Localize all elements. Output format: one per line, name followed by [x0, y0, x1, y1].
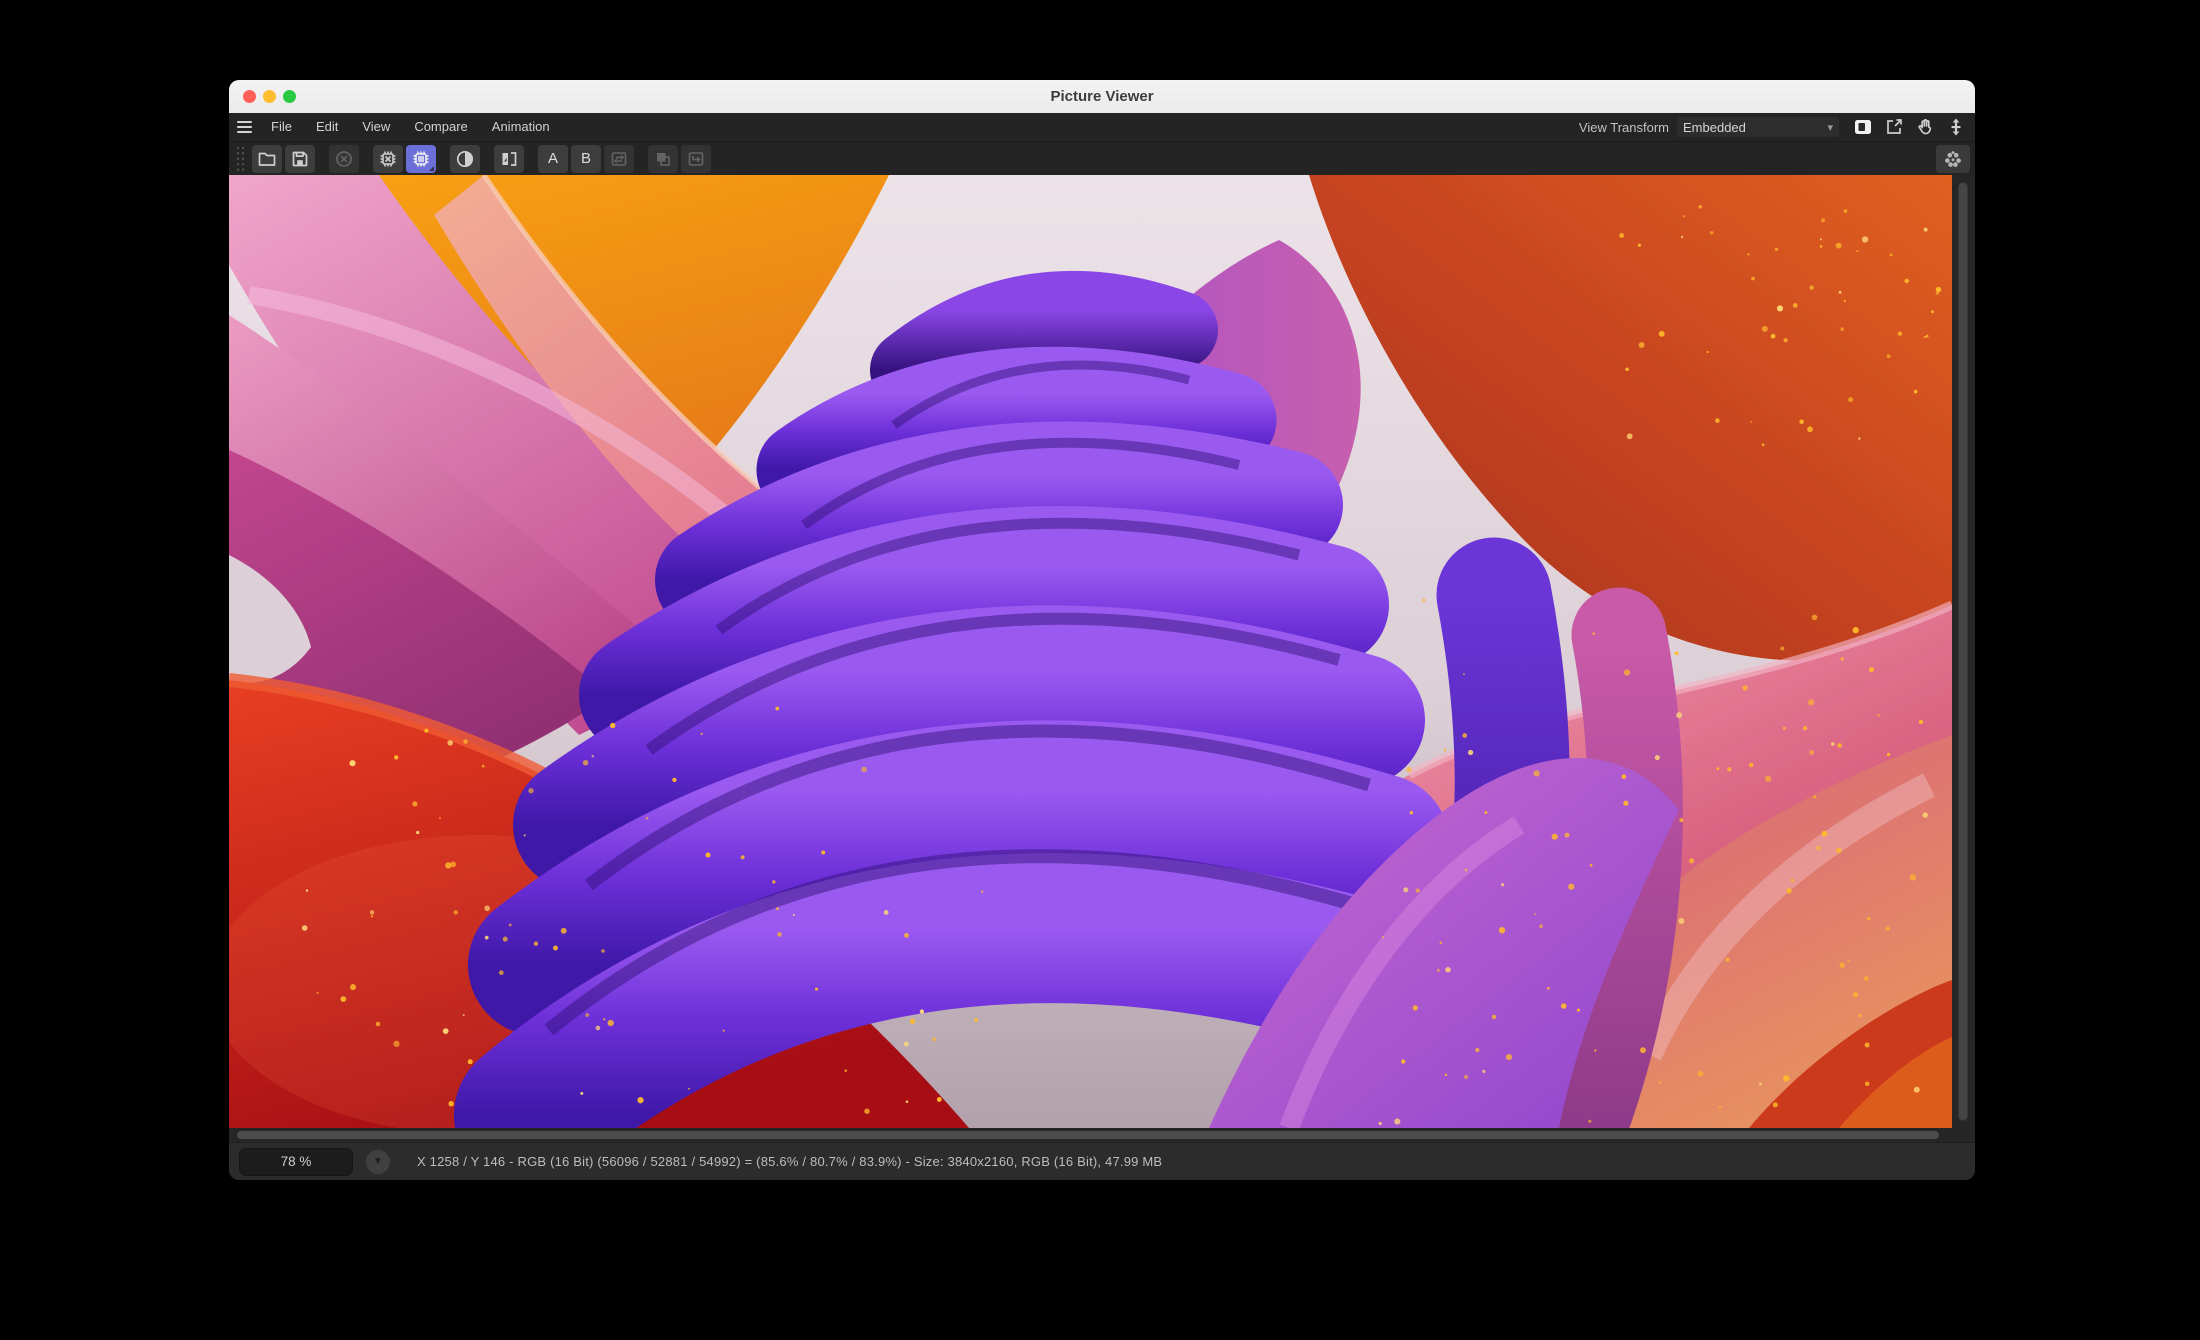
zoom-dropdown-button[interactable]: ▼ [366, 1150, 390, 1174]
hardware-render-button[interactable] [406, 145, 436, 173]
picture-viewer-window: Picture Viewer File Edit View Compare An… [229, 80, 1975, 1180]
menu-file[interactable]: File [259, 113, 304, 141]
traffic-lights [243, 90, 296, 103]
horizontal-scrollbar[interactable] [229, 1128, 1975, 1142]
set-b-button[interactable]: B [571, 145, 601, 173]
open-file-button[interactable] [252, 145, 282, 173]
contrast-compare-button[interactable] [450, 145, 480, 173]
rendered-image [229, 175, 1952, 1128]
toolbar-grip-handle[interactable] [235, 145, 246, 173]
view-transform-dropdown[interactable]: Embedded ▾ [1677, 117, 1839, 137]
minimize-window-button[interactable] [263, 90, 276, 103]
close-window-button[interactable] [243, 90, 256, 103]
fit-vertical-icon[interactable] [1944, 115, 1968, 139]
save-image-button[interactable] [285, 145, 315, 173]
navigator-button[interactable] [1936, 145, 1970, 173]
open-new-window-icon[interactable] [1882, 115, 1906, 139]
image-canvas[interactable] [229, 175, 1952, 1128]
horizontal-scrollbar-thumb[interactable] [237, 1131, 1939, 1139]
menu-view[interactable]: View [350, 113, 402, 141]
vertical-scrollbar[interactable] [1952, 175, 1975, 1128]
status-text: X 1258 / Y 146 - RGB (16 Bit) (56096 / 5… [417, 1154, 1162, 1169]
menu-animation[interactable]: Animation [480, 113, 562, 141]
zoom-level-input[interactable]: 78 % [239, 1148, 353, 1176]
pan-hand-icon[interactable] [1913, 115, 1937, 139]
viewer-content [229, 175, 1975, 1128]
vertical-scrollbar-thumb[interactable] [1958, 182, 1968, 1121]
desktop-background: Picture Viewer File Edit View Compare An… [0, 0, 2200, 1340]
set-a-button[interactable]: A [538, 145, 568, 173]
render-view-toggle-icon[interactable] [1851, 115, 1875, 139]
swap-ab-button [604, 145, 634, 173]
titlebar: Picture Viewer [229, 80, 1975, 113]
software-render-button[interactable] [373, 145, 403, 173]
view-transform-label: View Transform [1579, 120, 1669, 135]
status-bar: 78 % ▼ X 1258 / Y 146 - RGB (16 Bit) (56… [229, 1142, 1975, 1180]
window-title: Picture Viewer [229, 80, 1975, 113]
cancel-render-button [329, 145, 359, 173]
toolbar: A B [229, 141, 1975, 175]
menu-compare[interactable]: Compare [402, 113, 479, 141]
view-transform-value: Embedded [1683, 120, 1746, 135]
chevron-down-icon: ▾ [1827, 121, 1833, 134]
fullscreen-window-button[interactable] [283, 90, 296, 103]
ab-compare-button[interactable] [494, 145, 524, 173]
hamburger-menu-icon[interactable] [237, 113, 259, 141]
copy-image-button [648, 145, 678, 173]
menu-edit[interactable]: Edit [304, 113, 350, 141]
export-image-button [681, 145, 711, 173]
menu-bar: File Edit View Compare Animation View Tr… [229, 113, 1975, 141]
